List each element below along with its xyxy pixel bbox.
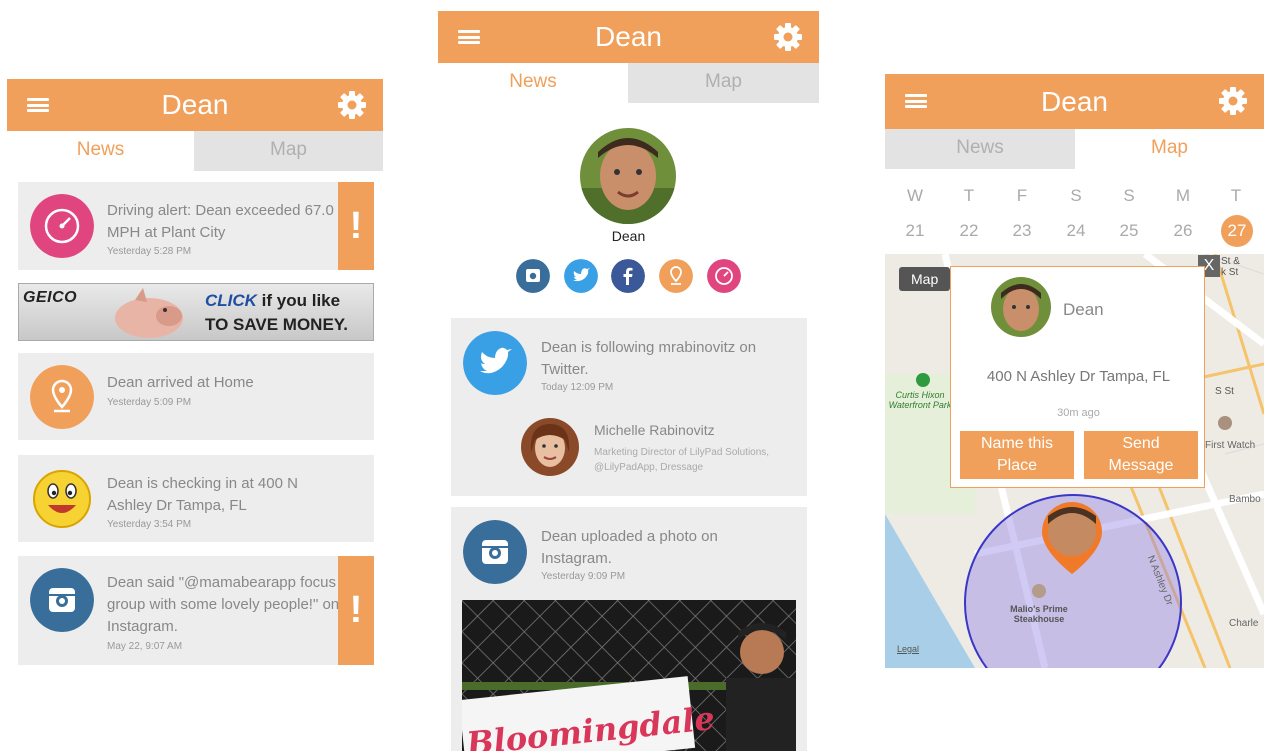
weekday-label: T — [963, 186, 975, 205]
date-cell[interactable]: 25 — [1114, 221, 1144, 241]
tab-map[interactable]: Map — [1075, 129, 1264, 169]
date-cell[interactable]: 21 — [900, 221, 930, 241]
item-text: Dean uploaded a photo on Instagram. — [541, 528, 718, 567]
date-cell[interactable]: 22 — [954, 221, 984, 241]
poi-label: Charle — [1229, 618, 1259, 629]
avatar[interactable] — [991, 277, 1051, 337]
gear-icon[interactable] — [773, 22, 803, 52]
weekday-label: T — [1230, 186, 1242, 205]
ad-line1: if you like — [256, 291, 341, 310]
popup-time-ago: 30m ago — [1057, 407, 1100, 419]
app-header: Dean — [885, 74, 1264, 129]
page-title: Dean — [1041, 86, 1108, 117]
list-item[interactable]: Dean is following mrabinovitz on Twitter… — [451, 318, 807, 496]
person-bio: Marketing Director of LilyPad Solutions,… — [594, 447, 770, 473]
person-avatar[interactable] — [521, 418, 579, 476]
tab-map[interactable]: Map — [628, 63, 819, 103]
item-time: May 22, 9:07 AM — [107, 641, 183, 652]
item-time: Yesterday 5:28 PM — [107, 246, 192, 257]
instagram-icon — [463, 520, 527, 584]
item-text: Dean is checking in at 400 N Ashley Dr T… — [107, 475, 298, 514]
location-popup: Dean 400 N Ashley Dr Tampa, FL 30m ago N… — [950, 266, 1205, 488]
item-text: Dean is following mrabinovitz on Twitter… — [541, 339, 757, 378]
park-label: Curtis Hixon Waterfront Park — [888, 390, 952, 410]
right-screen: Dean News Map W T F S S M T 21 22 23 24 … — [885, 74, 1264, 751]
location-pin-icon[interactable] — [659, 259, 693, 293]
pig-image — [115, 288, 183, 338]
twitter-icon — [463, 331, 527, 395]
app-header: Dean — [438, 11, 819, 63]
date-cell[interactable]: 24 — [1061, 221, 1091, 241]
ad-click: CLICK — [205, 291, 257, 310]
tab-map[interactable]: Map — [194, 131, 383, 171]
item-time: Yesterday 9:09 PM — [541, 571, 626, 582]
ad-line2: TO SAVE MONEY. — [205, 315, 348, 334]
alert-mark[interactable]: ! — [338, 182, 374, 270]
poi-label: Bambo — [1229, 494, 1261, 505]
item-text: Driving alert: Dean exceeded 67.0 MPH at… — [107, 202, 334, 241]
date-cell[interactable]: 23 — [1007, 221, 1037, 241]
popup-address: 400 N Ashley Dr Tampa, FL — [986, 368, 1171, 385]
popup-name: Dean — [1063, 300, 1104, 319]
app-header: Dean — [7, 79, 383, 131]
facebook-icon[interactable] — [611, 259, 645, 293]
page-title: Dean — [161, 89, 229, 120]
ad-brand: GEICO — [23, 289, 78, 306]
tab-news[interactable]: News — [885, 129, 1075, 169]
street-label: S St — [1215, 386, 1234, 397]
instagram-photo[interactable]: Bloomingdale — [462, 600, 796, 751]
date-cell-selected[interactable]: 27 — [1221, 215, 1253, 247]
avatar[interactable] — [580, 128, 676, 224]
middle-screen: Dean News Map Dean Dean is following mra… — [438, 11, 819, 751]
item-time: Today 12:09 PM — [541, 382, 614, 393]
weekday-label: W — [906, 186, 924, 205]
page-title: Dean — [595, 21, 662, 52]
list-item[interactable]: Dean said "@mamabearapp focus group with… — [18, 556, 374, 665]
tab-bar: News Map — [7, 131, 383, 171]
tab-news[interactable]: News — [7, 131, 194, 171]
list-item[interactable]: Driving alert: Dean exceeded 67.0 MPH at… — [18, 182, 374, 270]
list-item[interactable]: Dean uploaded a photo on Instagram. Yest… — [451, 507, 807, 751]
send-message-button[interactable]: Send Message — [1084, 431, 1198, 479]
smiley-face-icon — [33, 470, 91, 528]
weekday-label: M — [1175, 186, 1191, 205]
item-time: Yesterday 3:54 PM — [107, 519, 192, 530]
speedometer-icon[interactable] — [707, 259, 741, 293]
tab-news[interactable]: News — [438, 63, 628, 103]
poi-label: First Watch — [1205, 440, 1256, 451]
list-item[interactable]: Dean arrived at Home Yesterday 5:09 PM — [18, 353, 374, 440]
item-text: Dean said "@mamabearapp focus group with… — [107, 574, 340, 635]
weekday-label: S — [1123, 186, 1135, 205]
instagram-icon[interactable] — [516, 259, 550, 293]
map-view[interactable]: Map X St & k St S St Curtis Hixon Waterf… — [885, 254, 1264, 668]
weekday-label: F — [1016, 186, 1028, 205]
alert-mark[interactable]: ! — [338, 556, 374, 665]
location-pin-icon — [30, 365, 94, 429]
restaurant-label: Malio's Prime Steakhouse — [1010, 604, 1068, 624]
list-item[interactable]: Dean is checking in at 400 N Ashley Dr T… — [18, 455, 374, 542]
gear-icon[interactable] — [1218, 86, 1248, 116]
profile-name: Dean — [611, 228, 646, 244]
tab-bar: News Map — [885, 129, 1264, 169]
speedometer-icon — [30, 194, 94, 258]
ad-banner[interactable]: GEICO CLICK if you like TO SAVE MONEY. — [18, 283, 374, 341]
instagram-icon — [30, 568, 94, 632]
weekday-label: S — [1070, 186, 1082, 205]
person-name: Michelle Rabinovitz — [594, 422, 715, 438]
item-text: Dean arrived at Home — [107, 374, 254, 391]
date-cell[interactable]: 26 — [1168, 221, 1198, 241]
map-type-button[interactable]: Map — [899, 267, 951, 291]
name-place-button[interactable]: Name this Place — [960, 431, 1074, 479]
gear-icon[interactable] — [337, 90, 367, 120]
twitter-icon[interactable] — [564, 259, 598, 293]
left-screen: Dean News Map Driving alert: Dean exceed… — [7, 79, 383, 751]
item-time: Yesterday 5:09 PM — [107, 397, 192, 408]
street-label: St & k St — [1221, 256, 1240, 278]
tab-bar: News Map — [438, 63, 819, 103]
legal-link[interactable]: Legal — [897, 644, 919, 654]
week-strip: W T F S S M T 21 22 23 24 25 26 27 — [885, 170, 1264, 254]
